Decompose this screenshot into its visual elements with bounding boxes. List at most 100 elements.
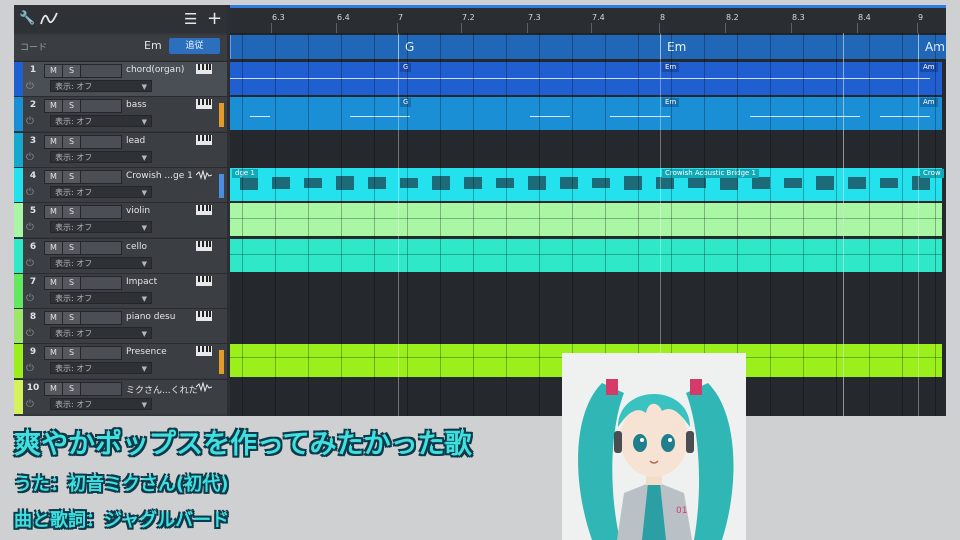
track-input-field[interactable] (80, 311, 122, 326)
track-lane-3[interactable] (230, 132, 946, 167)
track-name[interactable]: ミクさん...くれたよ (126, 383, 198, 396)
track-input-field[interactable] (80, 134, 122, 149)
solo-button[interactable]: S (62, 311, 81, 326)
midi-note[interactable] (530, 116, 570, 118)
midi-note[interactable] (880, 116, 930, 118)
solo-button[interactable]: S (62, 99, 81, 114)
solo-button[interactable]: S (62, 240, 81, 255)
power-icon[interactable]: ⏻ (26, 187, 34, 198)
mute-button[interactable]: M (44, 169, 63, 184)
solo-button[interactable]: S (62, 205, 81, 220)
display-dropdown[interactable]: 表示: オフ ▼ (50, 291, 152, 304)
track-lane-2[interactable]: G Em Am (230, 96, 946, 131)
solo-button[interactable]: S (62, 64, 81, 78)
bar-line (398, 33, 399, 416)
chord-segment-g[interactable]: G (398, 35, 660, 59)
power-icon[interactable]: ⏻ (26, 328, 34, 339)
track-header-10[interactable]: 10 M S ミクさん...くれたよ ⏻ 表示: オフ ▼ (14, 378, 227, 414)
track-input-field[interactable] (80, 169, 122, 184)
display-dropdown[interactable]: 表示: オフ ▼ (50, 397, 152, 410)
display-dropdown[interactable]: 表示: オフ ▼ (50, 256, 152, 269)
chord-lane[interactable]: G Em Am (230, 35, 946, 59)
curve-icon[interactable] (40, 5, 58, 35)
track-name[interactable]: Impact (126, 277, 198, 287)
track-input-field[interactable] (80, 240, 122, 255)
mute-button[interactable]: M (44, 205, 63, 220)
midi-note[interactable] (250, 116, 270, 118)
power-icon[interactable]: ⏻ (26, 116, 34, 127)
track-name[interactable]: Crowish ...ge 1 (126, 171, 198, 181)
track-header-3[interactable]: 3 M S lead ⏻ 表示: オフ ▼ (14, 131, 227, 167)
track-header-7[interactable]: 7 M S Impact ⏻ 表示: オフ ▼ (14, 272, 227, 308)
display-dropdown[interactable]: 表示: オフ ▼ (50, 362, 152, 375)
solo-button[interactable]: S (62, 381, 81, 396)
midi-note[interactable] (350, 116, 410, 118)
track-lane-8[interactable] (230, 308, 946, 343)
chord-segment[interactable] (230, 35, 398, 59)
track-header-5[interactable]: 5 M S violin ⏻ 表示: オフ ▼ (14, 202, 227, 238)
track-name[interactable]: Presence (126, 347, 198, 357)
track-input-field[interactable] (80, 99, 122, 114)
follow-button[interactable]: 追従 (169, 38, 220, 54)
track-header-4[interactable]: 4 M S Crowish ...ge 1 ⏻ 表示: オフ ▼ (14, 166, 227, 202)
mute-button[interactable]: M (44, 240, 63, 255)
power-icon[interactable]: ⏻ (26, 258, 34, 269)
chord-segment-am[interactable]: Am (918, 35, 946, 59)
track-input-field[interactable] (80, 275, 122, 290)
track-lane-5[interactable] (230, 202, 946, 237)
loop-range-bar[interactable] (230, 5, 946, 8)
track-input-field[interactable] (80, 346, 122, 361)
track-input-field[interactable] (80, 381, 122, 396)
track-header-8[interactable]: 8 M S piano desu ⏻ 表示: オフ ▼ (14, 308, 227, 344)
mute-button[interactable]: M (44, 381, 63, 396)
chord-key[interactable]: Em (144, 39, 162, 52)
track-lane-1[interactable]: G Em Am (230, 61, 946, 96)
track-lane-6[interactable] (230, 238, 946, 273)
display-dropdown[interactable]: 表示: オフ ▼ (50, 221, 152, 234)
mute-button[interactable]: M (44, 311, 63, 326)
mute-button[interactable]: M (44, 99, 63, 114)
mute-button[interactable]: M (44, 64, 63, 78)
track-lane-7[interactable] (230, 273, 946, 308)
wrench-icon[interactable]: 🔧 (19, 5, 35, 33)
timeline-ruler[interactable]: 6.3 6.4 7 7.2 7.3 7.4 8 8.2 8.3 8.4 9 (230, 5, 946, 34)
power-icon[interactable]: ⏻ (26, 152, 34, 163)
mute-button[interactable]: M (44, 275, 63, 290)
track-name[interactable]: chord(organ) (126, 65, 198, 75)
plus-icon[interactable]: + (207, 5, 222, 33)
mute-button[interactable]: M (44, 346, 63, 361)
display-dropdown[interactable]: 表示: オフ ▼ (50, 327, 152, 340)
track-name[interactable]: cello (126, 242, 198, 252)
solo-button[interactable]: S (62, 275, 81, 290)
midi-note[interactable] (610, 116, 670, 118)
display-dropdown[interactable]: 表示: オフ ▼ (50, 80, 152, 92)
list-icon[interactable]: ☰ (184, 5, 197, 33)
track-name[interactable]: lead (126, 136, 198, 146)
power-icon[interactable]: ⏻ (26, 222, 34, 233)
solo-button[interactable]: S (62, 346, 81, 361)
power-icon[interactable]: ⏻ (26, 363, 34, 374)
chord-segment-em[interactable]: Em (660, 35, 918, 59)
midi-note[interactable] (230, 78, 930, 79)
track-name[interactable]: bass (126, 100, 198, 110)
power-icon[interactable]: ⏻ (26, 399, 34, 410)
track-header-9[interactable]: 9 M S Presence ⏻ 表示: オフ ▼ (14, 343, 227, 379)
playhead[interactable] (843, 33, 844, 416)
track-name[interactable]: violin (126, 206, 198, 216)
midi-note[interactable] (790, 116, 860, 118)
track-header-1[interactable]: 1 M S chord(organ) ⏻ 表示: オフ ▼ (14, 61, 227, 96)
track-input-field[interactable] (80, 64, 122, 78)
power-icon[interactable]: ⏻ (26, 81, 34, 92)
mute-button[interactable]: M (44, 134, 63, 149)
power-icon[interactable]: ⏻ (26, 293, 34, 304)
display-dropdown[interactable]: 表示: オフ ▼ (50, 150, 152, 163)
track-header-2[interactable]: 2 M S bass ⏻ 表示: オフ ▼ (14, 96, 227, 132)
solo-button[interactable]: S (62, 134, 81, 149)
display-dropdown[interactable]: 表示: オフ ▼ (50, 185, 152, 198)
track-lane-4[interactable]: dge 1 Crowish Acoustic Bridge 1 Crow (230, 167, 946, 202)
track-header-6[interactable]: 6 M S cello ⏻ 表示: オフ ▼ (14, 237, 227, 273)
solo-button[interactable]: S (62, 169, 81, 184)
display-dropdown[interactable]: 表示: オフ ▼ (50, 115, 152, 128)
track-name[interactable]: piano desu (126, 312, 198, 322)
track-input-field[interactable] (80, 205, 122, 220)
